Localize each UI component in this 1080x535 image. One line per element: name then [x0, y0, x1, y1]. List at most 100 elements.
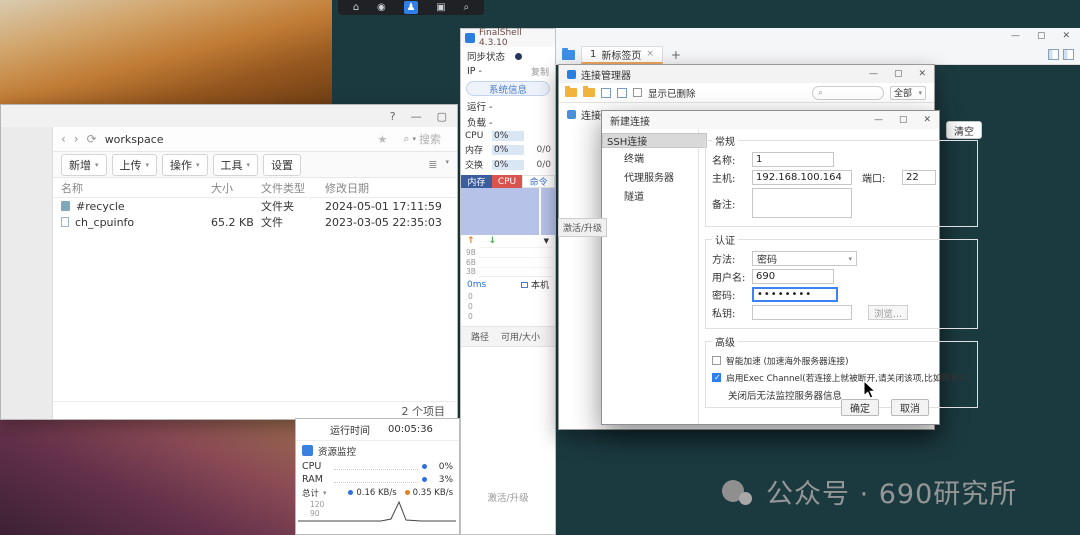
browse-button[interactable]: 浏览...: [868, 305, 908, 320]
upload-button[interactable]: 上传 ▾: [111, 153, 158, 176]
close-icon[interactable]: ✕: [1062, 31, 1070, 41]
actions-button[interactable]: 操作 ▾: [162, 153, 208, 176]
finalshell-main-window: — ▢ ✕ 1 新标签页 × +: [556, 28, 1080, 65]
new-tab-button[interactable]: +: [671, 48, 681, 62]
upload-dot: [348, 490, 354, 495]
forward-button[interactable]: ›: [74, 132, 79, 146]
layout-right-icon[interactable]: [1063, 49, 1074, 60]
connection-search-box[interactable]: ⌕: [812, 85, 884, 100]
disk-path-column[interactable]: 路径: [471, 330, 489, 343]
host-field[interactable]: [752, 170, 852, 185]
column-name[interactable]: 名称: [61, 180, 211, 196]
tab-title: 新标签页: [601, 50, 642, 62]
back-button[interactable]: ‹: [61, 132, 66, 146]
network-chart: 9B 6B 3B: [461, 247, 555, 277]
chevron-down-icon[interactable]: ▾: [445, 158, 449, 171]
folder-icon[interactable]: [583, 86, 595, 97]
grid-view-icon[interactable]: [601, 87, 611, 98]
window-title: 连接管理器: [581, 70, 631, 82]
disk-size-column[interactable]: 可用/大小: [501, 330, 540, 343]
tree-item-ssh[interactable]: SSH连接: [602, 133, 707, 148]
search-box[interactable]: ⌕ ▾ 搜索: [403, 131, 441, 147]
maximize-icon[interactable]: ▢: [899, 115, 908, 125]
help-icon[interactable]: ?: [390, 110, 396, 123]
search-icon[interactable]: ⌕: [463, 1, 469, 14]
list-view-icon[interactable]: ≣: [428, 158, 437, 171]
password-field[interactable]: [752, 287, 838, 302]
favorite-icon[interactable]: ★: [377, 133, 387, 146]
close-icon[interactable]: ✕: [923, 115, 931, 125]
show-deleted-checkbox[interactable]: [633, 88, 642, 97]
activate-upgrade-link[interactable]: 激活/升级: [558, 218, 608, 237]
copy-button[interactable]: 复制: [531, 65, 549, 78]
column-date[interactable]: 修改日期: [325, 180, 457, 196]
close-icon[interactable]: ✕: [918, 69, 926, 79]
minimize-icon[interactable]: —: [1011, 31, 1020, 41]
filter-dropdown[interactable]: 全部 ▾: [890, 85, 926, 100]
table-row[interactable]: ch_cpuinfo 65.2 KB 文件 2023-03-05 22:35:0…: [53, 214, 457, 230]
cancel-button[interactable]: 取消: [891, 399, 929, 416]
disk-table-header: 路径 可用/大小: [461, 327, 555, 347]
private-key-field[interactable]: [752, 305, 852, 320]
table-row[interactable]: #recycle 文件夹 2024-05-01 17:11:59: [53, 198, 457, 214]
host-label: 主机:: [712, 174, 736, 185]
tab-memory[interactable]: 内存: [461, 175, 492, 188]
connection-icon: [567, 110, 576, 119]
ip-label: IP -: [467, 66, 482, 77]
app-title: FinalShell 4.3.10: [479, 28, 522, 48]
refresh-button[interactable]: ⟳: [87, 132, 97, 146]
activate-upgrade-link[interactable]: 激活/升级: [461, 490, 555, 504]
settings-button[interactable]: 设置: [263, 153, 302, 176]
maximize-icon[interactable]: ▢: [1037, 31, 1046, 41]
tab-new-tab[interactable]: 1 新标签页 ×: [581, 45, 663, 64]
host-icon: [520, 281, 528, 288]
file-icon: [61, 217, 69, 227]
minimize-icon[interactable]: —: [411, 110, 422, 123]
minimize-icon[interactable]: —: [874, 115, 883, 125]
maximize-icon[interactable]: ▢: [437, 110, 447, 123]
username-field[interactable]: [752, 269, 834, 284]
globe-icon[interactable]: ◉: [377, 1, 386, 14]
auth-section-label: 认证: [715, 236, 735, 247]
dialog-title: 新建连接: [610, 116, 650, 128]
resource-monitor-icon: [302, 445, 313, 456]
breadcrumb[interactable]: workspace: [105, 133, 164, 146]
search-icon: ⌕: [403, 132, 410, 145]
connection-manager-toolbar: 显示已删除 ⌕ 全部 ▾: [559, 83, 934, 103]
column-size[interactable]: 大小: [211, 180, 261, 196]
maximize-icon[interactable]: ▢: [894, 69, 903, 79]
port-field[interactable]: [902, 170, 936, 185]
tab-close-icon[interactable]: ×: [646, 49, 654, 59]
monitor-icon[interactable]: ▣: [436, 1, 445, 14]
dropdown-icon[interactable]: ▼: [544, 237, 549, 245]
users-icon[interactable]: ♟: [403, 1, 419, 14]
system-info-button[interactable]: 系统信息: [466, 81, 550, 96]
layout-left-icon[interactable]: [1048, 49, 1059, 60]
tab-cpu[interactable]: CPU: [491, 175, 523, 188]
folder-icon[interactable]: [562, 47, 575, 60]
cpu-dot: [422, 464, 427, 469]
smart-accel-checkbox[interactable]: [712, 356, 721, 365]
new-button[interactable]: 新增 ▾: [61, 153, 107, 176]
chevron-down-icon: ▾: [848, 254, 852, 263]
chevron-down-icon[interactable]: ▾: [323, 489, 327, 497]
tab-command[interactable]: 命令: [522, 175, 556, 188]
wallpaper-bottom-left: [0, 418, 296, 535]
detail-view-icon[interactable]: [617, 87, 627, 98]
tree-item-terminal[interactable]: 终端: [602, 148, 698, 167]
home-icon[interactable]: ⌂: [353, 1, 359, 14]
minimize-icon[interactable]: —: [869, 69, 878, 79]
tree-item-tunnel[interactable]: 隧道: [602, 186, 698, 205]
new-folder-icon[interactable]: [565, 86, 577, 97]
tree-item-proxy[interactable]: 代理服务器: [602, 167, 698, 186]
tools-button[interactable]: 工具 ▾: [212, 153, 259, 176]
method-select[interactable]: 密码 ▾: [752, 251, 857, 266]
total-label[interactable]: 总计: [302, 487, 319, 499]
sync-status-dot: [515, 52, 523, 60]
search-placeholder: 搜索: [419, 133, 441, 146]
ok-button[interactable]: 确定: [841, 399, 879, 416]
remark-field[interactable]: [752, 188, 852, 218]
name-field[interactable]: [752, 152, 834, 167]
column-type[interactable]: 文件类型: [261, 180, 325, 196]
exec-channel-checkbox[interactable]: [712, 373, 721, 382]
